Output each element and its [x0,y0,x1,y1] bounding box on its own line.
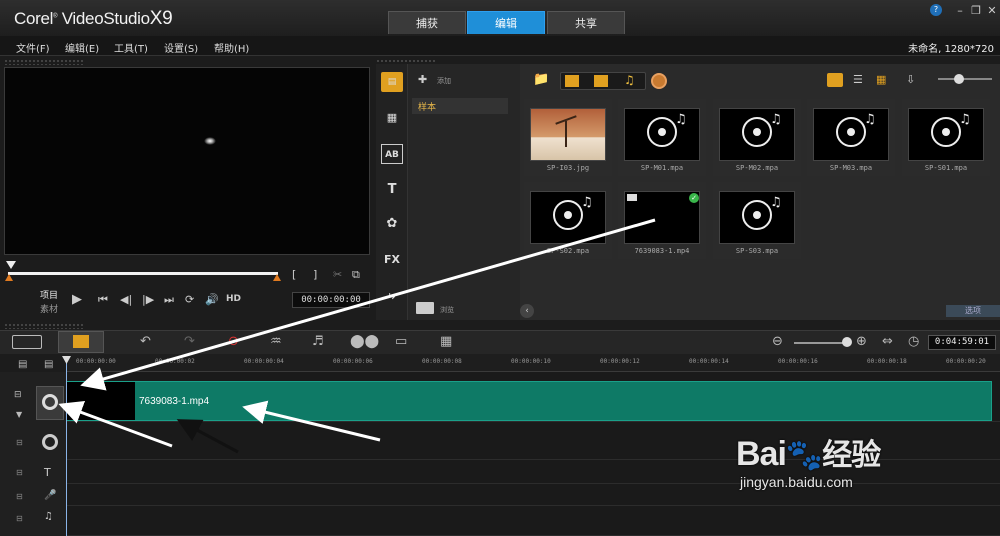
watermark-brand2: 经验 [822,439,881,472]
watermark-brand: Bai [736,435,787,473]
paw-icon: 🐾 [785,439,823,472]
watermark-url: jingyan.baidu.com [740,474,853,490]
arrow-to-clip [242,400,381,442]
watermark: Bai🐾经验 jingyan.baidu.com [736,430,881,490]
arrow-dark-shadow [176,419,239,454]
arrow-to-track-icon [58,400,173,448]
arrow-drag-to-timeline [80,218,656,391]
